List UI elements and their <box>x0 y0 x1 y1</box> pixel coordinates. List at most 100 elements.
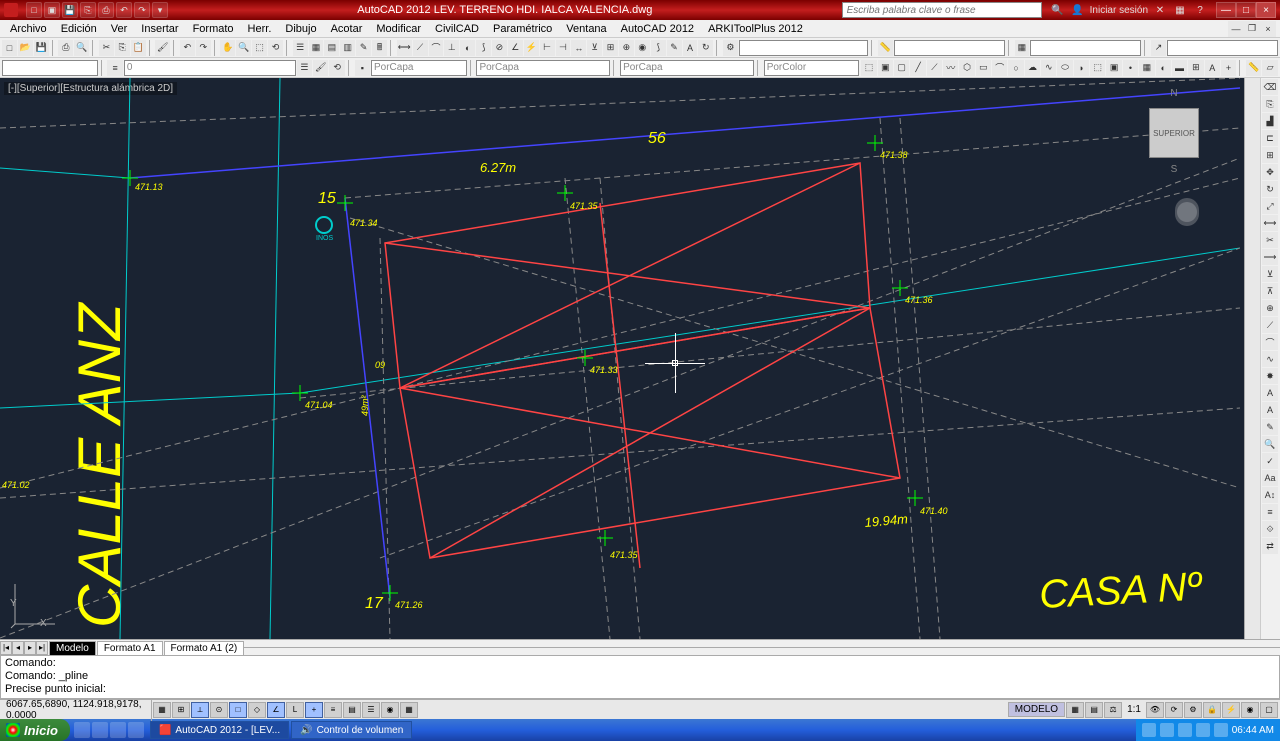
break-button[interactable]: ⊼ <box>1262 283 1278 299</box>
polar-toggle[interactable]: ⊙ <box>210 702 228 718</box>
ortho-toggle[interactable]: ⟂ <box>191 702 209 718</box>
dim-edit-button[interactable]: ✎ <box>667 40 682 56</box>
command-prompt[interactable]: Precise punto inicial: <box>5 683 1275 696</box>
minimize-button[interactable]: — <box>1216 2 1236 18</box>
layer-prop-button[interactable]: ≡ <box>107 60 122 76</box>
3dosnap-toggle[interactable]: ◇ <box>248 702 266 718</box>
stretch-button[interactable]: ⟷ <box>1262 215 1278 231</box>
layer-match-button[interactable]: 🖌 <box>313 60 328 76</box>
array-button[interactable]: ⊞ <box>1262 147 1278 163</box>
measure-area-button[interactable]: ▱ <box>1262 60 1277 76</box>
menu-autocad2012[interactable]: AutoCAD 2012 <box>615 22 700 36</box>
toolbar-lock-button[interactable]: 🔒 <box>1203 702 1221 718</box>
polygon-button[interactable]: ⬡ <box>959 60 974 76</box>
save-icon[interactable]: 💾 <box>62 2 78 18</box>
point-button[interactable]: • <box>1123 60 1138 76</box>
am-toggle[interactable]: ▦ <box>400 702 418 718</box>
dim-aligned-button[interactable]: ⟋ <box>413 40 428 56</box>
menu-modificar[interactable]: Modificar <box>370 22 427 36</box>
addselected-button[interactable]: + <box>1221 60 1236 76</box>
clean-screen-button[interactable]: ▢ <box>1260 702 1278 718</box>
menu-parametrico[interactable]: Paramétrico <box>487 22 558 36</box>
viewcube-n[interactable]: N <box>1170 88 1177 99</box>
qat-more-icon[interactable]: ▾ <box>152 2 168 18</box>
draworder-back-button[interactable]: ▢ <box>894 60 909 76</box>
tab-first-button[interactable]: |◂ <box>0 641 12 655</box>
extend-button[interactable]: ⟶ <box>1262 249 1278 265</box>
mleader-button[interactable]: ↗ <box>1151 40 1166 56</box>
ql-app2-icon[interactable] <box>128 722 144 738</box>
child-minimize-button[interactable]: — <box>1228 21 1244 37</box>
draworder-button[interactable]: ⬚ <box>861 60 876 76</box>
menu-dibujo[interactable]: Dibujo <box>279 22 322 36</box>
menu-formato[interactable]: Formato <box>187 22 240 36</box>
dimstyle-dropdown[interactable] <box>894 40 1005 56</box>
child-restore-button[interactable]: ❐ <box>1244 21 1260 37</box>
viewcube-s[interactable]: S <box>1171 164 1178 175</box>
drawing-canvas[interactable]: CALLE ANZ CASA Nº <box>0 78 1240 639</box>
scale-text-button[interactable]: A↕ <box>1262 487 1278 503</box>
ql-desktop-icon[interactable] <box>74 722 90 738</box>
tray-icon[interactable] <box>1178 723 1192 737</box>
toolpalettes-button[interactable]: ▤ <box>324 40 339 56</box>
undo-button[interactable]: ↶ <box>180 40 195 56</box>
paste-button[interactable]: 📋 <box>131 40 146 56</box>
textstyle-button[interactable]: Aa <box>1262 470 1278 486</box>
close-button[interactable]: × <box>1256 2 1276 18</box>
insert-block-button[interactable]: ⬚ <box>1090 60 1105 76</box>
move-button[interactable]: ✥ <box>1262 164 1278 180</box>
tab-prev-button[interactable]: ◂ <box>12 641 24 655</box>
rectangle-button[interactable]: ▭ <box>976 60 991 76</box>
chamfer-button[interactable]: ⟋ <box>1262 317 1278 333</box>
fillet-button[interactable]: ⌒ <box>1262 334 1278 350</box>
dimstyle-button[interactable]: 📏 <box>878 40 893 56</box>
annoscale-button[interactable]: ⚖ <box>1104 702 1122 718</box>
child-close-button[interactable]: × <box>1260 21 1276 37</box>
pline-button[interactable]: 〰 <box>943 60 958 76</box>
dim-space-button[interactable]: ↔ <box>571 40 586 56</box>
redo-button[interactable]: ↷ <box>196 40 211 56</box>
tray-icon[interactable] <box>1142 723 1156 737</box>
viewcube-face[interactable]: SUPERIOR <box>1149 108 1199 158</box>
spline-button[interactable]: ∿ <box>1041 60 1056 76</box>
explode-button[interactable]: ✸ <box>1262 368 1278 384</box>
navbar[interactable] <box>1175 198 1199 226</box>
sheetset-button[interactable]: ▥ <box>340 40 355 56</box>
help-search-input[interactable] <box>842 2 1042 18</box>
menu-ventana[interactable]: Ventana <box>560 22 612 36</box>
table-button[interactable]: ⊞ <box>1188 60 1203 76</box>
hatch-button[interactable]: ▦ <box>1139 60 1154 76</box>
make-block-button[interactable]: ▣ <box>1106 60 1121 76</box>
copy-button[interactable]: ⎘ <box>115 40 130 56</box>
centermark-button[interactable]: ⊕ <box>619 40 634 56</box>
dim-continue-button[interactable]: ⊣ <box>556 40 571 56</box>
tab-model[interactable]: Modelo <box>49 641 96 655</box>
signin-label[interactable]: Iniciar sesión <box>1090 5 1148 16</box>
zoom-window-button[interactable]: ⬚ <box>252 40 267 56</box>
new-icon[interactable]: □ <box>26 2 42 18</box>
erase-button[interactable]: ⌫ <box>1262 79 1278 95</box>
dim-quick-button[interactable]: ⚡ <box>524 40 539 56</box>
menu-archivo[interactable]: Archivo <box>4 22 53 36</box>
command-window[interactable]: Comando: Comando: _pline Precise punto i… <box>0 655 1280 699</box>
space-trans-button[interactable]: ⟐ <box>1262 521 1278 537</box>
designcenter-button[interactable]: ▦ <box>309 40 324 56</box>
quickview-layouts-button[interactable]: ▦ <box>1066 702 1084 718</box>
menu-edicion[interactable]: Edición <box>55 22 103 36</box>
viewcube[interactable]: N SUPERIOR S <box>1134 88 1214 188</box>
layer-states-button[interactable]: ☰ <box>297 60 312 76</box>
tray-clock[interactable]: 06:44 AM <box>1232 725 1274 736</box>
tab-last-button[interactable]: ▸| <box>36 641 48 655</box>
menu-acotar[interactable]: Acotar <box>325 22 369 36</box>
break-point-button[interactable]: ⊻ <box>1262 266 1278 282</box>
tablestyle-dropdown[interactable] <box>1030 40 1141 56</box>
mleaderstyle-dropdown[interactable] <box>1167 40 1278 56</box>
taskbar-volume-button[interactable]: 🔊 Control de volumen <box>291 721 412 739</box>
xline-button[interactable]: ⟋ <box>927 60 942 76</box>
tab-layout1[interactable]: Formato A1 <box>97 641 163 655</box>
mtext-button[interactable]: A <box>1205 60 1220 76</box>
dim-baseline-button[interactable]: ⊢ <box>540 40 555 56</box>
annoscale-value[interactable]: 1:1 <box>1123 704 1145 715</box>
lwt-toggle[interactable]: ≡ <box>324 702 342 718</box>
hscrollbar[interactable] <box>244 647 1280 655</box>
